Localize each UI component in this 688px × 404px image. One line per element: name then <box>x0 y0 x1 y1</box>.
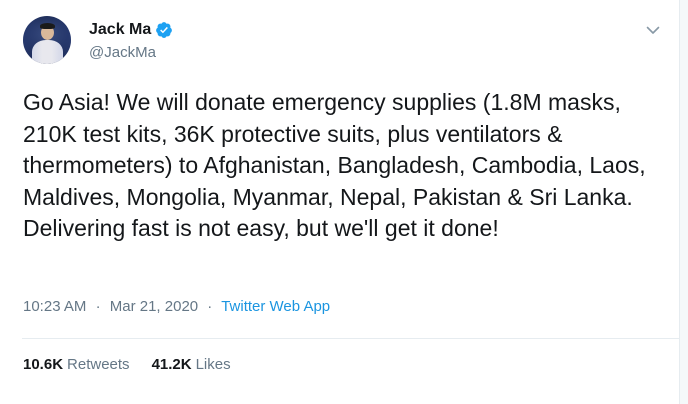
avatar[interactable] <box>23 16 71 64</box>
likes-label: Likes <box>195 356 231 373</box>
retweets-count: 10.6K <box>23 356 64 373</box>
tweet-metadata: 10:23 AM · Mar 21, 2020 · Twitter Web Ap… <box>23 298 330 315</box>
tweet-date[interactable]: Mar 21, 2020 <box>110 298 198 315</box>
divider <box>22 338 680 339</box>
chevron-down-icon[interactable] <box>645 22 661 38</box>
avatar-shade <box>23 16 71 64</box>
retweets-stat[interactable]: 10.6K Retweets <box>23 356 130 373</box>
verified-badge-icon <box>156 22 173 38</box>
tweet-stats: 10.6K Retweets 41.2K Likes <box>23 356 231 373</box>
scrollbar-track[interactable] <box>680 0 688 404</box>
tweet-card: Jack Ma @JackMa Go Asia! We will donate … <box>0 0 680 404</box>
retweets-label: Retweets <box>67 356 130 373</box>
tweet-time[interactable]: 10:23 AM <box>23 298 86 315</box>
author-display-name[interactable]: Jack Ma <box>89 21 151 39</box>
likes-stat[interactable]: 41.2K Likes <box>152 356 231 373</box>
likes-count: 41.2K <box>151 356 192 373</box>
meta-separator: · <box>207 298 213 315</box>
author-name-row[interactable]: Jack Ma <box>89 21 173 39</box>
tweet-source-link[interactable]: Twitter Web App <box>221 298 330 315</box>
meta-separator: · <box>95 298 101 315</box>
tweet-text: Go Asia! We will donate emergency suppli… <box>23 89 646 241</box>
author-handle[interactable]: @JackMa <box>89 44 156 61</box>
